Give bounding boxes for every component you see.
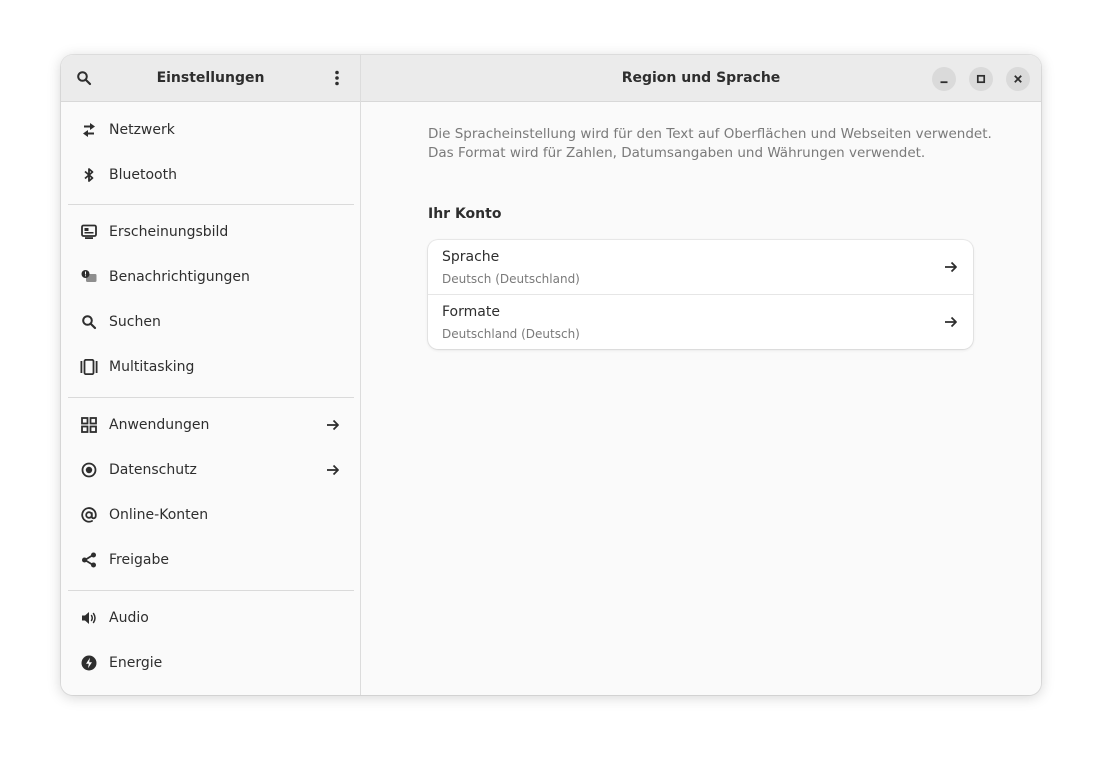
sidebar-item-label: Freigabe [109,552,169,568]
sidebar-item-label: Bluetooth [109,167,177,183]
close-button[interactable] [1006,67,1030,91]
bluetooth-icon [80,166,98,184]
row-title: Sprache [442,249,500,265]
apps-grid-icon [80,416,98,434]
arrow-right-icon [325,417,341,433]
at-sign-icon [80,506,98,524]
sidebar-item-datenschutz[interactable]: Datenschutz [68,450,353,490]
account-settings-list: Sprache Deutsch (Deutschland) Formate De… [428,240,973,349]
sidebar-item-label: Erscheinungsbild [109,224,229,240]
formats-row[interactable]: Formate Deutschland (Deutsch) [428,295,973,349]
main-menu-button[interactable] [322,63,352,93]
minimize-icon [939,74,949,84]
row-title: Formate [442,304,500,320]
section-title: Ihr Konto [428,206,502,222]
sidebar-item-label: Benachrichtigungen [109,269,250,285]
sidebar-item-online-konten[interactable]: Online-Konten [68,495,353,535]
sidebar-divider [68,204,354,205]
sidebar-item-label: Audio [109,610,149,626]
arrow-right-icon [943,314,959,330]
page-description: Die Spracheinstellung wird für den Text … [428,125,1008,163]
language-row[interactable]: Sprache Deutsch (Deutschland) [428,240,973,294]
sidebar-header: Einstellungen [61,55,360,102]
privacy-icon [80,461,98,479]
row-subtitle: Deutsch (Deutschland) [442,272,580,286]
sidebar-item-audio[interactable]: Audio [68,598,353,638]
network-icon [80,121,98,139]
sidebar-item-label: Netzwerk [109,122,175,138]
notifications-icon [80,268,98,286]
close-icon [1013,74,1023,84]
sidebar-item-freigabe[interactable]: Freigabe [68,540,353,580]
search-icon [76,70,92,86]
sidebar-item-benachrichtigungen[interactable]: Benachrichtigungen [68,257,353,297]
sidebar-divider [68,397,354,398]
arrow-right-icon [325,462,341,478]
maximize-icon [976,74,986,84]
settings-window: Einstellungen Netzwerk Bluetooth Erschei… [61,55,1041,695]
sidebar-item-energie[interactable]: Energie [68,643,353,683]
sidebar-item-bluetooth[interactable]: Bluetooth [68,155,353,195]
sidebar-item-multitasking[interactable]: Multitasking [68,347,353,387]
sidebar-item-label: Online-Konten [109,507,209,523]
kebab-menu-icon [329,70,345,86]
search-button[interactable] [69,63,99,93]
description-line: Das Format wird für Zahlen, Datumsangabe… [428,145,926,161]
sidebar-item-label: Energie [109,655,163,671]
main-panel: Region und Sprache Die Spracheinstellung… [361,55,1041,695]
sidebar-item-label: Suchen [109,314,161,330]
sidebar-item-anwendungen[interactable]: Anwendungen [68,405,353,445]
minimize-button[interactable] [932,67,956,91]
sidebar-title: Einstellungen [156,70,265,86]
sidebar-item-label: Anwendungen [109,417,210,433]
sidebar-item-erscheinungsbild[interactable]: Erscheinungsbild [68,212,353,252]
main-header: Region und Sprache [361,55,1041,102]
maximize-button[interactable] [969,67,993,91]
speaker-icon [80,609,98,627]
sidebar-divider [68,590,354,591]
sidebar-item-suchen[interactable]: Suchen [68,302,353,342]
sidebar: Einstellungen Netzwerk Bluetooth Erschei… [61,55,361,695]
search-icon [80,313,98,331]
power-icon [80,654,98,672]
appearance-icon [80,223,98,241]
arrow-right-icon [943,259,959,275]
sidebar-item-netzwerk[interactable]: Netzwerk [68,110,353,150]
multitasking-icon [80,358,98,376]
share-icon [80,551,98,569]
row-subtitle: Deutschland (Deutsch) [442,327,580,341]
sidebar-item-label: Multitasking [109,359,195,375]
page-title: Region und Sprache [621,70,781,86]
sidebar-item-label: Datenschutz [109,462,197,478]
description-line: Die Spracheinstellung wird für den Text … [428,126,992,142]
